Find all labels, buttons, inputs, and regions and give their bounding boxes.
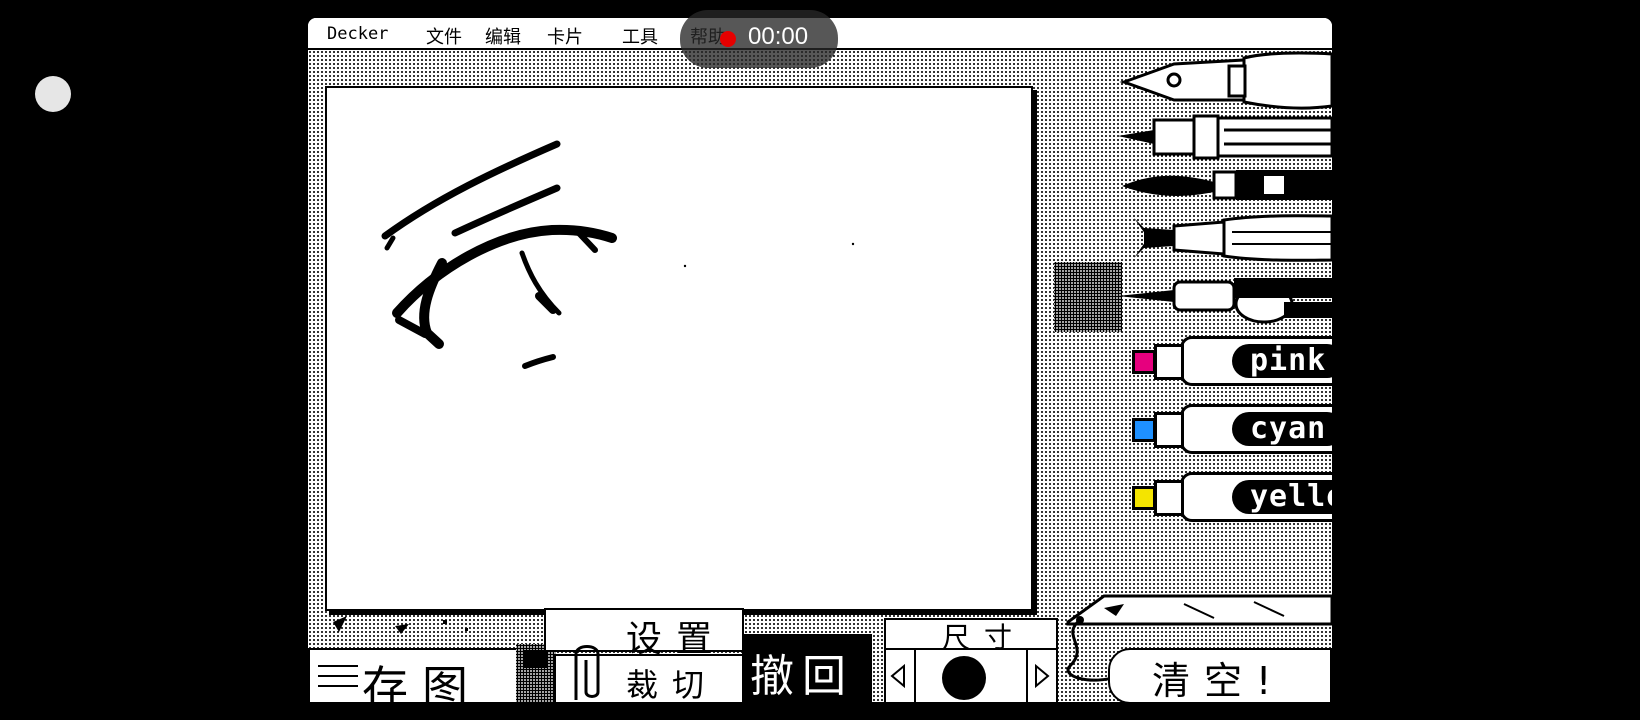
airbrush-icon [1118,278,1332,324]
size-prev-button[interactable] [886,650,916,702]
circle-icon [942,656,986,700]
menu-card[interactable]: 卡片 [547,23,583,49]
marker-yellow-label: yellow [1232,480,1332,514]
paint-brush-tool[interactable] [1114,208,1332,268]
undo-button[interactable]: 撤回 [742,634,872,702]
marker-pink-tip-icon [1132,350,1156,374]
clear-all-button[interactable]: 清空! [1108,648,1332,702]
marker-cyan-tool[interactable]: cyan [1114,398,1332,462]
spray-scatter [333,616,468,634]
marker-yellow-tip-icon [1132,486,1156,510]
ink-brush-tool[interactable] [1114,162,1332,208]
save-image-label: 存图 [362,661,482,702]
fountain-pen-icon [1119,51,1332,110]
marker-cyan-tip-icon [1132,418,1156,442]
recording-timer: 00:00 [748,23,809,50]
marker-pink-tool[interactable]: pink [1114,330,1332,394]
crop-label: 裁切 [626,666,719,702]
photo-stack-decoration [516,644,556,702]
record-dot-icon [720,31,736,47]
marker-cyan-label: cyan [1232,412,1332,446]
marker-yellow-tool[interactable]: yellow [1114,466,1332,530]
stroke-10 [522,354,556,369]
ink-brush-icon [1122,170,1332,200]
clear-all-label: 清空! [1152,659,1286,702]
technical-pen-icon [1118,114,1332,160]
lines-decoration-icon [318,665,358,687]
menu-edit[interactable]: 编辑 [485,23,521,49]
right-arrow-icon [1035,663,1050,689]
left-arrow-icon [890,663,905,689]
size-header: 尺寸 [884,618,1058,654]
paperclip-icon [574,645,600,700]
crop-button[interactable]: 裁切 [554,645,744,702]
stroke-9 [535,292,557,314]
save-image-button[interactable]: 存图 [308,648,518,702]
menu-tools[interactable]: 工具 [622,23,658,49]
canvas-strokes [381,140,855,369]
brush-size-selector [884,648,1058,702]
drawing-canvas[interactable] [325,86,1033,611]
workspace-background: pink cyan yellow [308,50,1332,702]
assistive-touch-button[interactable] [35,76,71,112]
stroke-2 [384,235,396,251]
menu-file[interactable]: 文件 [426,23,462,49]
size-next-button[interactable] [1026,650,1056,702]
technical-pen-tool[interactable] [1114,112,1332,162]
marker-pink-label: pink [1232,344,1332,378]
spray-area [1054,262,1122,332]
undo-label: 撤回 [750,651,854,702]
stroke-8 [519,250,562,316]
screen-recording-indicator[interactable]: 00:00 [680,10,838,68]
decker-window: Decker 文件 编辑 卡片 工具 帮助 [308,18,1332,702]
airbrush-tool[interactable] [1114,268,1332,324]
paint-brush-icon [1134,214,1332,262]
menu-app-name[interactable]: Decker [327,24,388,44]
fountain-pen-tool[interactable] [1114,50,1332,110]
